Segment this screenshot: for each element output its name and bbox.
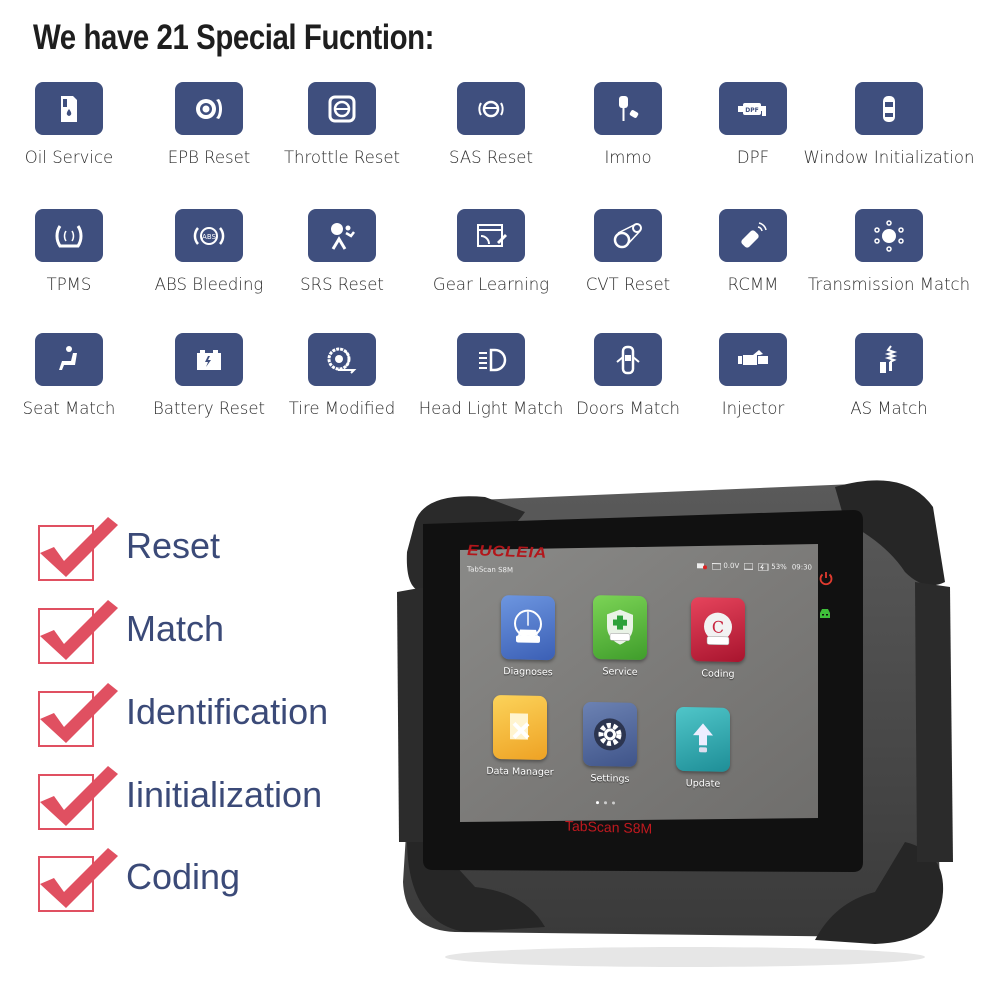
vci-status-icon bbox=[697, 561, 708, 570]
function-tire-modified: Tire Modified bbox=[267, 333, 417, 418]
steering-wheel-icon bbox=[457, 82, 525, 135]
function-transmission-match: Transmission Match bbox=[808, 209, 970, 294]
dpf-filter-icon: DPF bbox=[719, 82, 787, 135]
gear-learning-icon bbox=[457, 209, 525, 262]
svg-text:C: C bbox=[712, 618, 724, 637]
page-dot[interactable] bbox=[596, 801, 599, 805]
clock: 09:30 bbox=[791, 563, 812, 572]
model-logo: TabScan S8M bbox=[565, 817, 653, 837]
battery-indicator: 53% bbox=[758, 562, 787, 571]
page-indicator bbox=[596, 801, 615, 805]
injector-icon bbox=[719, 333, 787, 386]
checklist-item: Match bbox=[36, 598, 376, 668]
checklist-item: Reset bbox=[36, 515, 376, 585]
status-indicators: 0.0V 53% 09:30 bbox=[697, 561, 812, 572]
function-tpms: TPMS bbox=[0, 209, 144, 294]
gear-shift-icon bbox=[855, 209, 923, 262]
battery-icon bbox=[175, 333, 243, 386]
checklist-item: Iinitialization bbox=[36, 764, 376, 834]
remote-key-icon bbox=[719, 209, 787, 262]
function-oil-service: Oil Service bbox=[0, 82, 144, 167]
checkmark-icon bbox=[40, 517, 118, 577]
car-top-view-icon bbox=[855, 82, 923, 135]
app-settings[interactable]: Settings bbox=[570, 701, 650, 786]
checkmark-icon bbox=[40, 766, 118, 826]
checkmark-icon bbox=[40, 683, 118, 743]
checkmark-icon bbox=[40, 600, 118, 660]
diagnoses-icon bbox=[501, 595, 555, 661]
cvt-belt-icon bbox=[594, 209, 662, 262]
function-epb-reset: EPB Reset bbox=[134, 82, 284, 167]
function-gear-learning: Gear Learning bbox=[416, 209, 566, 294]
function-rcmm: RCMM bbox=[678, 209, 828, 294]
checkmark-icon bbox=[40, 848, 118, 908]
oil-can-icon bbox=[35, 82, 103, 135]
power-icon[interactable] bbox=[818, 570, 834, 586]
vehicle-connection-icon bbox=[820, 609, 830, 618]
function-head-light-match: Head Light Match bbox=[416, 333, 566, 418]
tire-icon bbox=[308, 333, 376, 386]
service-shield-icon bbox=[593, 595, 647, 661]
app-data-manager[interactable]: Data Manager bbox=[480, 694, 560, 779]
car-key-icon bbox=[594, 82, 662, 135]
svg-text:ABS: ABS bbox=[202, 233, 216, 241]
throttle-body-icon bbox=[308, 82, 376, 135]
app-coding[interactable]: C Coding bbox=[678, 597, 758, 681]
page-dot[interactable] bbox=[612, 801, 615, 805]
checklist-item: Identification bbox=[36, 681, 376, 751]
battery-charging-icon bbox=[758, 562, 769, 571]
abs-icon: ABS bbox=[175, 209, 243, 262]
function-battery-reset: Battery Reset bbox=[134, 333, 284, 418]
update-arrow-icon bbox=[676, 706, 730, 772]
data-manager-icon bbox=[493, 694, 547, 761]
headlight-icon bbox=[457, 333, 525, 386]
airbag-icon bbox=[308, 209, 376, 262]
page-dot[interactable] bbox=[604, 801, 607, 805]
special-functions-grid: Oil Service EPB Reset Throttle Reset SAS… bbox=[0, 0, 1000, 440]
function-window-initialization: Window Initialization bbox=[804, 82, 974, 167]
tire-pressure-icon bbox=[35, 209, 103, 262]
function-sas-reset: SAS Reset bbox=[416, 82, 566, 167]
brake-disc-icon bbox=[175, 82, 243, 135]
function-seat-match: Seat Match bbox=[0, 333, 144, 418]
car-battery-icon bbox=[712, 562, 722, 570]
device-screen: TabScan S8M 0.0V 53% 09:30 Diagnoses Ser… bbox=[460, 544, 818, 823]
car-doors-icon bbox=[594, 333, 662, 386]
screen-mirror-icon bbox=[744, 562, 754, 570]
svg-text:DPF: DPF bbox=[745, 107, 758, 114]
app-service[interactable]: Service bbox=[580, 595, 660, 679]
voltage-indicator: 0.0V bbox=[712, 562, 739, 570]
function-as-match: AS Match bbox=[814, 333, 964, 418]
coding-icon: C bbox=[691, 597, 745, 663]
suspension-icon bbox=[855, 333, 923, 386]
function-throttle-reset: Throttle Reset bbox=[267, 82, 417, 167]
function-abs-bleeding: ABS ABS Bleeding bbox=[134, 209, 284, 294]
app-update[interactable]: Update bbox=[663, 706, 743, 791]
function-injector: Injector bbox=[678, 333, 828, 418]
app-diagnoses[interactable]: Diagnoses bbox=[488, 595, 568, 679]
settings-gear-icon bbox=[583, 701, 637, 767]
checklist-item: Coding bbox=[36, 846, 376, 916]
car-seat-icon bbox=[35, 333, 103, 386]
function-srs-reset: SRS Reset bbox=[267, 209, 417, 294]
screen-title: TabScan S8M bbox=[467, 565, 514, 575]
